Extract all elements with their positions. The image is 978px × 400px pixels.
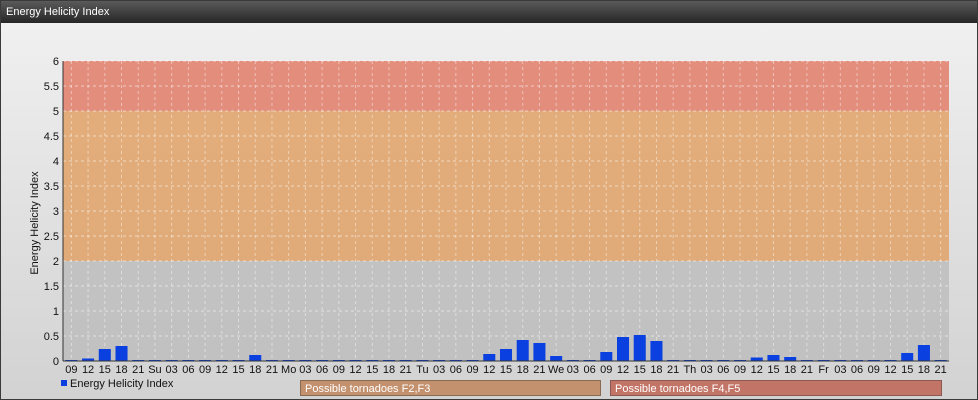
y-tick-label: 2	[53, 256, 59, 268]
bar	[750, 357, 763, 361]
x-tick-label: 09	[466, 364, 478, 376]
x-tick-label: 15	[232, 364, 244, 376]
x-tick-label: 06	[717, 364, 729, 376]
x-tick-label: 18	[650, 364, 662, 376]
x-tick-label: 06	[851, 364, 863, 376]
x-tick-label: 21	[400, 364, 412, 376]
x-tick-label: 12	[82, 364, 94, 376]
tornado-f4-f5-label: Possible tornadoes F4,F5	[610, 380, 942, 396]
legend-swatch	[61, 380, 67, 386]
bar	[499, 349, 513, 361]
y-tick-label: 3	[53, 206, 59, 218]
ehi-chart: 0 0.5 1 1.5 2 2.5 3 3.5 4 4.5 5 5.5 6 09 12 15 18 21 Su 03…	[29, 56, 949, 376]
y-tick-label: 5	[53, 106, 59, 118]
bar	[98, 349, 111, 361]
bar	[483, 354, 496, 361]
x-tick-label: 06	[450, 364, 462, 376]
x-tick-label: Su	[148, 364, 161, 376]
x-tick-label: 12	[216, 364, 228, 376]
x-tick-label: We	[548, 364, 564, 376]
legend-label: Energy Helicity Index	[70, 378, 174, 390]
y-tick-label: 1	[53, 306, 59, 318]
x-tick-label: 06	[316, 364, 328, 376]
x-tick-label: 21	[132, 364, 144, 376]
y-tick-label: 2.5	[44, 231, 59, 243]
bar	[115, 346, 128, 361]
x-tick-labels: 09 12 15 18 21 Su 03 06 09 12 15 18 21 Mo 03 06 09 12 15 18…	[65, 364, 947, 376]
chart-area: 0 0.5 1 1.5 2 2.5 3 3.5 4 4.5 5 5.5 6 09 12 15 18 21 Su 03…	[1, 23, 977, 399]
x-tick-label: 09	[868, 364, 880, 376]
x-tick-label: 18	[784, 364, 796, 376]
tornado-f2-f3-label: Possible tornadoes F2,F3	[300, 380, 601, 396]
bar	[533, 343, 546, 361]
y-tick-labels: 0 0.5 1 1.5 2 2.5 3 3.5 4 4.5 5 5.5 6	[44, 56, 59, 368]
y-tick-label: 4	[53, 156, 59, 168]
chart-panel: Energy Helicity Index 0 0.5 1 1.5 2 2.5 3 3.5 4 4…	[0, 0, 978, 400]
x-tick-label: 18	[115, 364, 127, 376]
x-tick-label: 15	[99, 364, 111, 376]
x-tick-label: 09	[600, 364, 612, 376]
x-tick-label: 21	[667, 364, 679, 376]
bar	[249, 355, 262, 361]
x-tick-label: 15	[366, 364, 378, 376]
x-tick-label: Tu	[416, 364, 428, 376]
x-tick-label: 09	[199, 364, 211, 376]
x-tick-label: 03	[834, 364, 846, 376]
x-tick-label: Th	[683, 364, 696, 376]
bar	[600, 352, 613, 361]
y-tick-label: 4.5	[44, 131, 59, 143]
x-tick-label: 12	[884, 364, 896, 376]
x-tick-label: 15	[500, 364, 512, 376]
x-tick-label: 21	[935, 364, 947, 376]
x-tick-label: 18	[517, 364, 529, 376]
x-tick-label: 12	[617, 364, 629, 376]
bar	[633, 335, 646, 361]
x-tick-label: 21	[266, 364, 278, 376]
legend: Energy Helicity Index	[61, 377, 173, 391]
bar	[650, 341, 663, 361]
x-tick-label: 15	[634, 364, 646, 376]
y-tick-label: 0	[53, 356, 59, 368]
x-tick-label: Fr	[818, 364, 829, 376]
x-tick-label: 12	[751, 364, 763, 376]
x-tick-label: 12	[349, 364, 361, 376]
x-tick-label: 03	[166, 364, 178, 376]
y-axis-label: Energy Helicity Index	[29, 171, 41, 275]
x-tick-label: 06	[182, 364, 194, 376]
x-tick-label: 03	[567, 364, 579, 376]
x-tick-label: 12	[483, 364, 495, 376]
y-tick-label: 1.5	[44, 281, 59, 293]
bar	[550, 356, 563, 361]
x-tick-label: 09	[333, 364, 345, 376]
y-tick-label: 5.5	[44, 81, 59, 93]
x-tick-label: Mo	[281, 364, 296, 376]
x-tick-label: 03	[700, 364, 712, 376]
window-title: Energy Helicity Index	[1, 1, 977, 23]
x-tick-label: 21	[533, 364, 545, 376]
x-tick-label: 18	[918, 364, 930, 376]
y-tick-label: 6	[53, 56, 59, 68]
x-tick-label: 15	[901, 364, 913, 376]
x-tick-label: 03	[433, 364, 445, 376]
x-tick-label: 18	[249, 364, 261, 376]
x-tick-label: 15	[767, 364, 779, 376]
x-tick-label: 09	[65, 364, 77, 376]
x-tick-label: 09	[734, 364, 746, 376]
x-tick-label: 06	[583, 364, 595, 376]
x-tick-label: 18	[383, 364, 395, 376]
bar	[617, 337, 630, 361]
x-tick-label: 21	[801, 364, 813, 376]
bar	[784, 357, 797, 361]
bar	[901, 353, 914, 361]
x-tick-label: 03	[299, 364, 311, 376]
bar	[917, 345, 930, 361]
y-tick-label: 3.5	[44, 181, 59, 193]
y-tick-label: 0.5	[44, 331, 59, 343]
bar	[767, 355, 780, 361]
bar	[516, 340, 529, 361]
